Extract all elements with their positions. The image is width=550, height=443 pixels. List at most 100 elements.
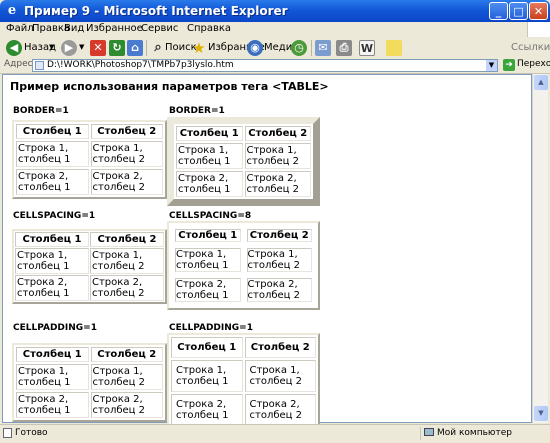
edit-icon[interactable]: W bbox=[359, 40, 375, 56]
vertical-scrollbar[interactable]: ▲ ▼ bbox=[532, 74, 548, 423]
table-cell: Строка 1, столбец 2 bbox=[90, 364, 163, 390]
table-caption: CELLPADDING=1 bbox=[169, 323, 253, 333]
table-cell: Строка 1, столбец 1 bbox=[16, 141, 89, 167]
menu-bar: Файл Правка Вид Избранное Сервис Справка bbox=[0, 22, 550, 38]
page-icon bbox=[35, 61, 44, 70]
stop-icon[interactable]: ✕ bbox=[90, 40, 106, 56]
table-cell: Строка 2, столбец 1 bbox=[175, 278, 241, 302]
favorites-star-icon[interactable]: ★ bbox=[191, 40, 207, 56]
address-input[interactable]: D:\!WORK\Photoshop7\TMPb7p3lyslo.htm ▼ bbox=[32, 59, 498, 72]
toolbar-separator bbox=[146, 40, 147, 56]
close-button[interactable]: ✕ bbox=[529, 2, 548, 20]
table-header-cell: Столбец 2 bbox=[90, 232, 164, 247]
table-cell: Строка 1, столбец 2 bbox=[246, 248, 312, 272]
table-header-cell: Столбец 2 bbox=[244, 337, 316, 358]
forward-arrow-icon[interactable]: ▶ bbox=[61, 40, 77, 56]
page-heading: Пример использования параметров тега <TA… bbox=[10, 80, 329, 93]
table-cell: Строка 2, столбец 1 bbox=[171, 394, 243, 426]
table-row: Строка 2, столбец 1 Строка 2, столбец 2 bbox=[15, 275, 164, 301]
page-icon bbox=[3, 428, 12, 438]
title-bar[interactable]: e Пример 9 - Microsoft Internet Explorer… bbox=[0, 0, 550, 22]
window-title: Пример 9 - Microsoft Internet Explorer bbox=[24, 4, 288, 18]
go-button[interactable]: ➜ Переход bbox=[503, 59, 550, 72]
table-header-cell: Столбец 1 bbox=[16, 124, 89, 139]
table-cell: Строка 1, столбец 1 bbox=[171, 360, 243, 392]
table-row: Строка 1, столбец 1 Строка 1, столбец 2 bbox=[16, 364, 163, 390]
toolbar-separator bbox=[311, 40, 312, 56]
table-header-cell: Столбец 1 bbox=[176, 126, 243, 141]
table-header-row: Столбец 1 Столбец 2 bbox=[176, 126, 311, 141]
table-header-cell: Столбец 2 bbox=[246, 229, 312, 242]
menu-help[interactable]: Справка bbox=[187, 23, 231, 34]
table-row: Строка 1, столбец 1 Строка 1, столбец 2 bbox=[171, 360, 316, 392]
links-label[interactable]: Ссылки bbox=[511, 42, 550, 53]
table-header-cell: Столбец 2 bbox=[244, 126, 311, 141]
go-arrow-icon: ➜ bbox=[503, 59, 515, 71]
table-cell: Строка 1, столбец 2 bbox=[244, 143, 311, 169]
refresh-icon[interactable]: ↻ bbox=[109, 40, 125, 56]
table-caption: BORDER=1 bbox=[13, 106, 69, 116]
menu-favorites[interactable]: Избранное bbox=[86, 23, 143, 34]
address-label: Адрес: bbox=[4, 59, 36, 69]
table-header-cell: Столбец 1 bbox=[171, 337, 243, 358]
table-cell: Строка 1, столбец 1 bbox=[175, 248, 241, 272]
table-cell: Строка 2, столбец 2 bbox=[246, 278, 312, 302]
table-cell: Строка 2, столбец 1 bbox=[176, 171, 243, 197]
demo-table-cellpadding-large: Столбец 1 Столбец 2 Строка 1, столбец 1 … bbox=[167, 333, 320, 430]
toolbar: ◀ Назад ▼ ▶ ▼ ✕ ↻ ⌂ ⌕ Поиск ★ Избранное … bbox=[0, 37, 550, 60]
table-row: Строка 1, столбец 1 Строка 1, столбец 2 bbox=[15, 248, 164, 274]
page-content: Пример использования параметров тега <TA… bbox=[2, 74, 532, 430]
scroll-up-icon[interactable]: ▲ bbox=[534, 75, 548, 90]
table-header-cell: Столбец 1 bbox=[15, 232, 89, 247]
table-caption: CELLPADDING=1 bbox=[13, 323, 97, 333]
mail-icon[interactable]: ✉ bbox=[315, 40, 331, 56]
print-icon[interactable]: ⎙ bbox=[336, 40, 352, 56]
table-header-row: Столбец 1 Столбец 2 bbox=[16, 347, 163, 362]
table-row: Строка 1, столбец 1 Строка 1, столбец 2 bbox=[175, 248, 312, 272]
table-header-cell: Столбец 2 bbox=[90, 347, 163, 362]
table-cell: Строка 1, столбец 1 bbox=[16, 364, 89, 390]
address-dropdown-icon[interactable]: ▼ bbox=[486, 60, 497, 71]
table-row: Строка 1, столбец 1 Строка 1, столбец 2 bbox=[16, 141, 163, 167]
table-caption: BORDER=1 bbox=[169, 106, 225, 116]
demo-table-cellpadding-1: Столбец 1 Столбец 2 Строка 1, столбец 1 … bbox=[12, 343, 167, 422]
table-cell: Строка 2, столбец 2 bbox=[90, 275, 164, 301]
back-arrow-icon[interactable]: ◀ bbox=[6, 40, 22, 56]
minimize-button[interactable]: _ bbox=[489, 2, 508, 20]
table-row: Строка 2, столбец 1 Строка 2, столбец 2 bbox=[175, 278, 312, 302]
search-icon[interactable]: ⌕ bbox=[150, 40, 166, 56]
table-cell: Строка 2, столбец 1 bbox=[16, 169, 89, 195]
table-cell: Строка 2, столбец 1 bbox=[16, 392, 89, 418]
status-text: Готово bbox=[15, 428, 48, 438]
demo-table-border: Столбец 1 Столбец 2 Строка 1, столбец 1 … bbox=[12, 120, 167, 199]
address-bar: Адрес: D:\!WORK\Photoshop7\TMPb7p3lyslo.… bbox=[0, 59, 550, 74]
history-icon[interactable]: ◷ bbox=[291, 40, 307, 56]
table-row: Строка 2, столбец 1 Строка 2, столбец 2 bbox=[176, 171, 311, 197]
menu-file[interactable]: Файл bbox=[6, 23, 34, 34]
messenger-icon[interactable] bbox=[386, 40, 402, 56]
table-row: Строка 2, столбец 1 Строка 2, столбец 2 bbox=[16, 169, 163, 195]
maximize-button[interactable]: □ bbox=[509, 2, 528, 20]
table-cell: Строка 1, столбец 2 bbox=[244, 360, 316, 392]
demo-table-thick-border: Столбец 1 Столбец 2 Строка 1, столбец 1 … bbox=[167, 117, 320, 206]
forward-dropdown-icon[interactable]: ▼ bbox=[79, 43, 84, 51]
table-header-cell: Столбец 2 bbox=[90, 124, 163, 139]
menu-tools[interactable]: Сервис bbox=[141, 23, 178, 34]
windows-flag-icon bbox=[527, 22, 550, 37]
home-icon[interactable]: ⌂ bbox=[127, 40, 143, 56]
table-cell: Строка 2, столбец 2 bbox=[244, 171, 311, 197]
table-cell: Строка 2, столбец 2 bbox=[90, 169, 163, 195]
my-computer-icon bbox=[424, 428, 434, 436]
table-cell: Строка 1, столбец 2 bbox=[90, 248, 164, 274]
table-row: Строка 2, столбец 1 Строка 2, столбец 2 bbox=[16, 392, 163, 418]
scroll-down-icon[interactable]: ▼ bbox=[534, 406, 548, 421]
go-button-label: Переход bbox=[517, 59, 550, 69]
media-icon[interactable]: ◉ bbox=[247, 40, 263, 56]
table-cell: Строка 1, столбец 1 bbox=[176, 143, 243, 169]
menu-view[interactable]: Вид bbox=[64, 23, 84, 34]
table-header-row: Столбец 1 Столбец 2 bbox=[175, 229, 312, 242]
ie-logo-icon: e bbox=[7, 3, 17, 18]
table-caption: CELLSPACING=1 bbox=[13, 211, 96, 221]
table-header-cell: Столбец 1 bbox=[175, 229, 241, 242]
back-dropdown-icon[interactable]: ▼ bbox=[49, 43, 54, 51]
